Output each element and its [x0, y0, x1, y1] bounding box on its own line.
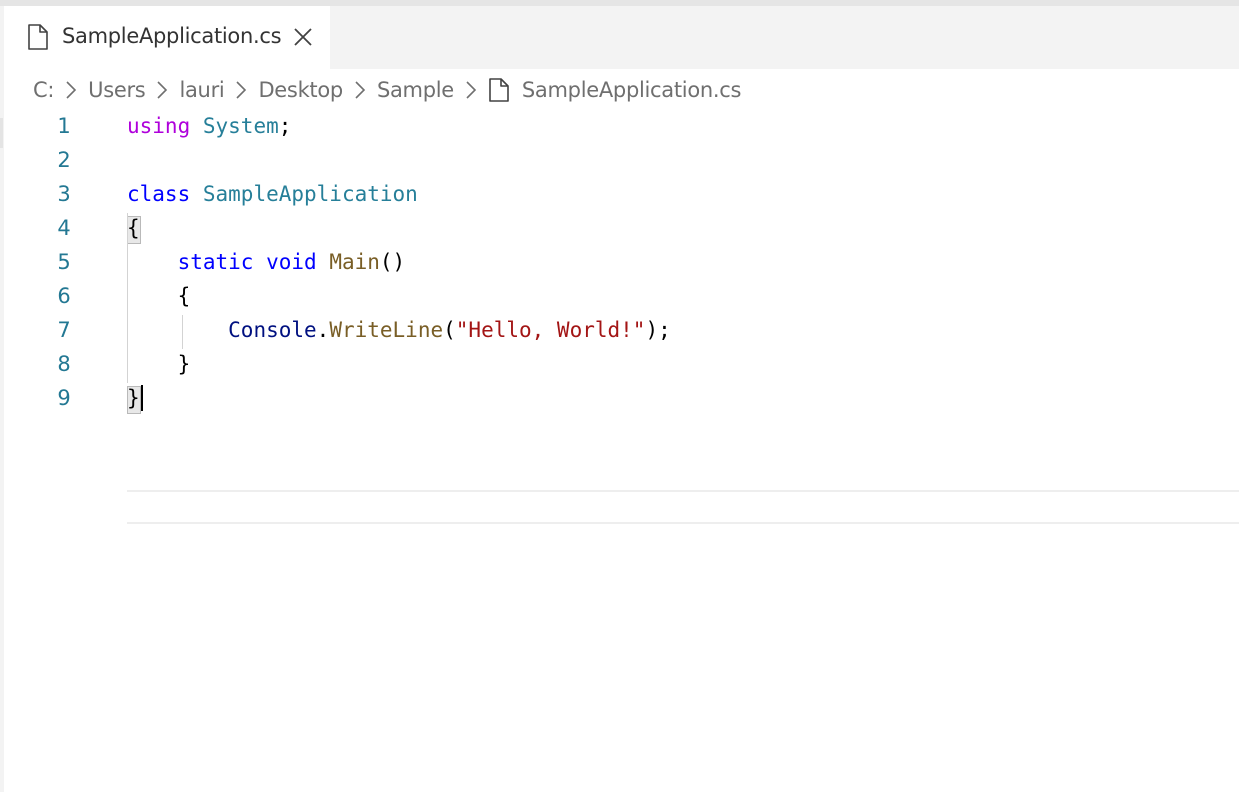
close-icon[interactable] [292, 26, 314, 48]
code-line[interactable]: 1 using System; [4, 109, 1239, 143]
code-text: static void Main() [127, 245, 406, 279]
editor-window: SampleApplication.cs C: Users lauri Desk… [0, 0, 1239, 792]
file-icon [489, 78, 509, 102]
code-line[interactable]: 8 } [4, 347, 1239, 381]
breadcrumb-item-file[interactable]: SampleApplication.cs [522, 78, 742, 102]
code-line[interactable]: 4{ [4, 211, 1239, 245]
code-token: static [177, 250, 254, 274]
chevron-right-icon [157, 81, 168, 99]
breadcrumb-item-users[interactable]: Users [88, 78, 146, 102]
code-token: using [127, 114, 191, 138]
line-number: 2 [57, 148, 71, 172]
tab-sample-application[interactable]: SampleApplication.cs [4, 6, 330, 69]
line-number: 6 [57, 284, 71, 308]
code-token: WriteLine [329, 318, 444, 342]
code-line[interactable]: 6 { [4, 279, 1239, 313]
line-number: 7 [57, 318, 71, 342]
code-token: void [266, 250, 317, 274]
code-line[interactable]: 3 class SampleApplication [4, 177, 1239, 211]
line-number: 3 [57, 182, 71, 206]
breadcrumb-item-user[interactable]: lauri [179, 78, 224, 102]
code-token: class [127, 182, 191, 206]
tab-label: SampleApplication.cs [62, 24, 282, 48]
line-number: 9 [57, 386, 71, 410]
chevron-right-icon [466, 81, 477, 99]
edge-marker [0, 118, 3, 148]
line-number: 4 [57, 216, 71, 240]
code-token: SampleApplication [202, 182, 418, 206]
code-line[interactable]: 5 static void Main() [4, 245, 1239, 279]
code-text: Console.WriteLine("Hello, World!"); [127, 313, 671, 347]
code-token: Console [228, 318, 317, 342]
breadcrumb: C: Users lauri Desktop Sample SampleAppl… [33, 74, 741, 106]
code-token: } [127, 352, 191, 376]
text-cursor [141, 385, 143, 411]
indent-guide [127, 213, 128, 383]
code-text: { [127, 279, 191, 313]
chevron-right-icon [236, 81, 247, 99]
code-editor[interactable]: 1 using System; 2 3 class SampleApplication 4… [4, 109, 1239, 792]
line-number: 5 [57, 250, 71, 274]
breadcrumb-item-desktop[interactable]: Desktop [258, 78, 343, 102]
code-token: . [316, 318, 330, 342]
current-line-highlight [127, 490, 1239, 524]
code-line[interactable]: 2 [4, 143, 1239, 177]
file-icon [28, 24, 48, 50]
code-token: } [127, 386, 140, 410]
code-text: } [127, 347, 191, 381]
code-token: ( [443, 318, 456, 342]
code-text: class SampleApplication [127, 177, 418, 211]
code-text: using System; [127, 109, 291, 143]
code-line[interactable]: 7 Console.WriteLine("Hello, World!"); [4, 313, 1239, 347]
code-line[interactable]: 9} [4, 381, 1239, 415]
code-text: { [127, 211, 140, 245]
code-token: "Hello, World!" [455, 318, 646, 342]
code-token: System [202, 114, 279, 138]
breadcrumb-item-sample[interactable]: Sample [377, 78, 454, 102]
indent-guide [182, 315, 183, 349]
breadcrumb-item-drive[interactable]: C: [33, 78, 54, 102]
code-token: ; [278, 114, 292, 138]
code-token: () [379, 250, 406, 274]
line-number: 8 [57, 352, 71, 376]
chevron-right-icon [355, 81, 366, 99]
code-token: { [127, 284, 191, 308]
code-token: { [127, 216, 140, 240]
tab-bar: SampleApplication.cs [0, 6, 1239, 69]
code-token: Main [329, 250, 380, 274]
line-number: 1 [57, 114, 71, 138]
code-token: ); [645, 318, 671, 342]
chevron-right-icon [66, 81, 77, 99]
code-text: } [127, 381, 140, 415]
